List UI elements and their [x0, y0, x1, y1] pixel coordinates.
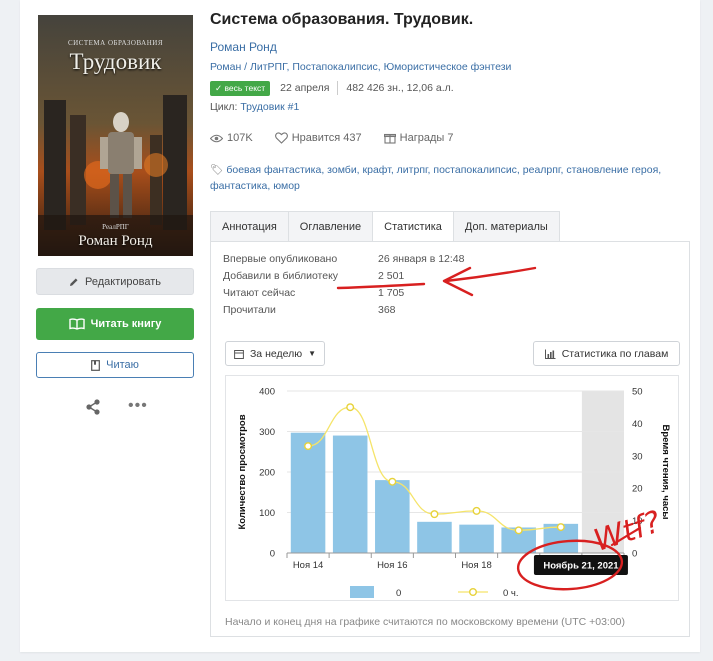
reading-button[interactable]: Читаю: [36, 352, 194, 378]
cycle-info: Цикл: Трудовик #1: [210, 101, 299, 113]
stat-label: Читают сейчас: [223, 287, 296, 299]
x-tick-label: Ноя 16: [377, 560, 408, 571]
read-book-button[interactable]: Читать книгу: [36, 308, 194, 340]
heart-icon: [274, 132, 288, 144]
share-icon[interactable]: [84, 398, 102, 416]
update-date: 22 апреля: [280, 82, 330, 94]
y-tick-label: 200: [259, 468, 275, 479]
stat-label: Впервые опубликовано: [223, 253, 338, 265]
y-tick-label: 0: [270, 549, 275, 560]
legend-bar-label: 0: [396, 588, 401, 599]
eye-icon: [210, 134, 223, 142]
timezone-footnote: Начало и конец дня на графике считаются …: [225, 616, 626, 628]
tab-extra-materials[interactable]: Доп. материалы: [452, 211, 560, 242]
meta-row: ✓ весь текст 22 апреля 482 426 зн., 12,0…: [210, 80, 454, 96]
book-cover[interactable]: СИСТЕМА ОБРАЗОВАНИЯ Трудовик РеалРПГ Ром…: [38, 15, 193, 256]
stats-chart: 0 100 200 300 400 0 10 20 30 40 50 Количество просм…: [225, 375, 679, 601]
cycle-label: Цикл:: [210, 101, 238, 113]
y-axis-title: Количество просмотров: [237, 414, 248, 529]
tags-list: 🏷 боевая фантастика, зомби, крафт, литрпг…: [210, 162, 680, 194]
awards-count: Награды 7: [399, 132, 454, 144]
line-point: [388, 477, 397, 486]
tag-icon: 🏷: [210, 164, 224, 176]
stat-label: Добавили в библиотеку: [223, 270, 339, 282]
calendar-icon: [234, 349, 244, 359]
y2-tick-label: 50: [632, 387, 643, 398]
cover-genre: РеалРПГ: [102, 223, 129, 231]
book-stats-row: 107K Нравится 437 Награды 7: [210, 132, 475, 144]
legend-bar-swatch: [350, 586, 374, 598]
tags-text[interactable]: боевая фантастика, зомби, крафт, литрпг,…: [210, 164, 661, 192]
line-point: [514, 526, 523, 535]
line-point: [304, 442, 313, 451]
y2-axis-title: Время чтения, часы: [660, 424, 671, 519]
tab-annotation[interactable]: Аннотация: [210, 211, 289, 242]
genres-link[interactable]: Роман / ЛитРПГ, Постапокалипсис, Юморист…: [210, 61, 511, 73]
stat-value: 1 705: [378, 287, 405, 299]
likes-button[interactable]: Нравится 437: [274, 132, 362, 144]
chevron-down-icon: ▼: [308, 349, 317, 358]
stat-value: 2 501: [378, 270, 405, 282]
bar: [417, 521, 452, 553]
tooltip-text: Ноябрь 21, 2021: [543, 561, 619, 572]
read-book-label: Читать книгу: [90, 318, 162, 330]
bar: [459, 524, 494, 553]
tab-statistics[interactable]: Статистика: [372, 211, 454, 242]
gift-icon: [383, 133, 396, 144]
bar: [290, 432, 326, 553]
line-point: [472, 506, 481, 515]
cycle-link[interactable]: Трудовик #1: [240, 101, 299, 113]
line-point: [346, 403, 355, 412]
stat-value: 368: [378, 304, 396, 316]
book-title: Система образования. Трудовик.: [210, 11, 474, 28]
y2-tick-label: 40: [632, 419, 643, 430]
full-text-badge: ✓ весь текст: [210, 80, 271, 96]
bar: [332, 435, 368, 553]
line-point: [430, 510, 439, 519]
more-options-icon[interactable]: •••: [128, 398, 148, 414]
period-label: За неделю: [249, 347, 303, 360]
cover-author: Роман Ронд: [78, 233, 153, 249]
chart-svg: 0 100 200 300 400 0 10 20 30 40 50 Количество просм…: [237, 387, 671, 600]
bookmark-book-icon: [91, 359, 101, 371]
reading-label: Читаю: [106, 359, 139, 371]
cover-series: СИСТЕМА ОБРАЗОВАНИЯ: [67, 39, 164, 47]
y2-tick-label: 10: [632, 516, 643, 527]
statistics-panel: Впервые опубликовано 26 января в 12:48 Д…: [210, 241, 690, 637]
x-tick-label: Ноя 18: [461, 560, 492, 571]
y-tick-label: 100: [259, 508, 275, 519]
x-tick-label: Ноя 14: [293, 560, 324, 571]
y-tick-label: 400: [259, 387, 275, 398]
likes-count: Нравится 437: [291, 132, 362, 144]
divider: [337, 81, 339, 95]
chapter-stats-label: Статистика по главам: [561, 347, 669, 360]
awards-button[interactable]: Награды 7: [383, 132, 454, 144]
y2-tick-label: 20: [632, 484, 643, 495]
edit-button[interactable]: Редактировать: [36, 268, 194, 295]
pencil-icon: [70, 278, 78, 286]
edit-button-label: Редактировать: [85, 275, 161, 288]
bar-chart-icon: [544, 349, 556, 359]
stat-label: Прочитали: [223, 304, 276, 316]
y2-tick-label: 30: [632, 451, 643, 462]
legend-line-marker: [468, 587, 477, 596]
period-dropdown[interactable]: За неделю ▼: [225, 341, 325, 366]
author-link[interactable]: Роман Ронд: [210, 40, 277, 54]
tab-contents[interactable]: Оглавление: [287, 211, 374, 242]
y2-tick-label: 0: [632, 549, 637, 560]
book-size: 482 426 зн., 12,06 а.л.: [346, 82, 454, 94]
stat-value: 26 января в 12:48: [378, 253, 465, 265]
cover-title: Трудовик: [69, 49, 162, 74]
legend-line-label: 0 ч.: [503, 588, 519, 599]
book-tabs: Аннотация Оглавление Статистика Доп. мат…: [210, 211, 560, 242]
views-counter: 107K: [210, 132, 253, 144]
line-point: [556, 523, 565, 532]
views-count: 107K: [227, 132, 253, 144]
y-tick-label: 300: [259, 427, 275, 438]
chapter-stats-button[interactable]: Статистика по главам: [533, 341, 680, 366]
bar: [375, 480, 410, 553]
open-book-icon: [68, 318, 85, 330]
